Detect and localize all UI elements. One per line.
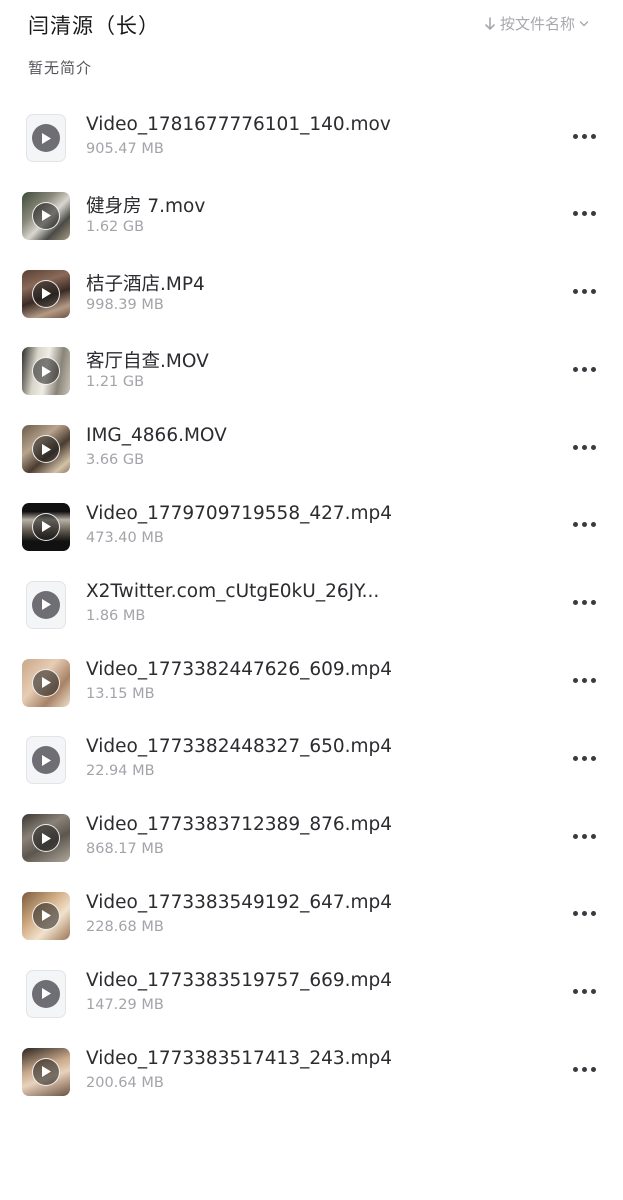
video-thumbnail[interactable] (26, 580, 66, 629)
play-icon (32, 124, 60, 152)
file-row[interactable]: Video_1773383712389_876.mp4 868.17 MB (0, 798, 623, 876)
video-thumbnail[interactable] (26, 969, 66, 1018)
file-row[interactable]: Video_1779709719558_427.mp4 473.40 MB (0, 487, 623, 565)
file-size: 1.62 GB (86, 218, 145, 235)
file-size: 3.66 GB (86, 452, 145, 469)
video-thumbnail[interactable] (22, 1047, 70, 1096)
play-icon (32, 901, 60, 930)
sort-label: 按文件名称 (499, 15, 575, 33)
play-icon (32, 668, 60, 697)
play-icon (32, 512, 60, 541)
video-thumbnail[interactable] (22, 891, 70, 940)
file-name[interactable]: Video_1781677776101_140.mov (86, 114, 391, 135)
more-icon[interactable] (567, 435, 601, 459)
file-name[interactable]: Video_1779709719558_427.mp4 (86, 503, 392, 524)
video-thumbnail[interactable] (22, 814, 70, 863)
file-row[interactable]: Video_1773383549192_647.mp4 228.68 MB (0, 876, 623, 954)
chevron-down-icon (579, 20, 589, 28)
file-size: 868.17 MB (86, 841, 164, 858)
file-name[interactable]: Video_1773383519757_669.mp4 (86, 970, 392, 991)
file-name[interactable]: Video_1773383549192_647.mp4 (86, 892, 392, 913)
more-icon[interactable] (567, 746, 601, 770)
file-name[interactable]: Video_1773382447626_609.mp4 (86, 659, 392, 680)
play-icon (32, 435, 60, 464)
file-size: 147.29 MB (86, 996, 164, 1013)
more-icon[interactable] (567, 669, 601, 693)
video-thumbnail[interactable] (26, 114, 66, 162)
video-thumbnail[interactable] (22, 347, 70, 396)
file-name[interactable]: 客厅自查.MOV (86, 347, 209, 373)
more-icon[interactable] (567, 357, 601, 381)
file-row[interactable]: 健身房 7.mov 1.62 GB (0, 176, 623, 254)
video-thumbnail[interactable] (22, 658, 70, 707)
file-size: 13.15 MB (86, 685, 155, 702)
file-name[interactable]: Video_1773383712389_876.mp4 (86, 814, 392, 835)
file-list: Video_1781677776101_140.mov 905.47 MB 健身房 … (0, 98, 623, 1109)
video-thumbnail[interactable] (22, 502, 70, 551)
file-row[interactable]: 客厅自查.MOV 1.21 GB (0, 331, 623, 409)
file-name[interactable]: IMG_4866.MOV (86, 425, 227, 446)
folder-title: 闫清源（长） (28, 14, 160, 38)
file-size: 22.94 MB (86, 763, 155, 780)
file-size: 1.21 GB (86, 374, 145, 391)
file-row[interactable]: X2Twitter.com_cUtgE0kU_26JY... 1.86 MB (0, 565, 623, 643)
file-row[interactable]: 桔子酒店.MP4 998.39 MB (0, 254, 623, 332)
file-name[interactable]: 桔子酒店.MP4 (86, 270, 205, 296)
play-icon (32, 590, 60, 619)
arrow-down-icon (484, 16, 496, 31)
more-icon[interactable] (567, 124, 601, 148)
video-thumbnail[interactable] (22, 191, 70, 240)
file-name[interactable]: 健身房 7.mov (86, 192, 205, 218)
more-icon[interactable] (567, 513, 601, 537)
play-icon (32, 357, 60, 386)
more-icon[interactable] (567, 980, 601, 1004)
file-size: 905.47 MB (86, 141, 164, 157)
more-icon[interactable] (567, 202, 601, 226)
file-size: 200.64 MB (86, 1074, 164, 1091)
play-icon (32, 979, 60, 1008)
file-row[interactable]: Video_1773383517413_243.mp4 200.64 MB (0, 1032, 623, 1110)
play-icon (32, 279, 60, 308)
file-row[interactable]: Video_1773383519757_669.mp4 147.29 MB (0, 954, 623, 1032)
file-row[interactable]: Video_1773382448327_650.mp4 22.94 MB (0, 720, 623, 798)
sort-by-name-button[interactable]: 按文件名称 (484, 13, 589, 34)
video-thumbnail[interactable] (22, 425, 70, 474)
play-icon (32, 201, 60, 230)
video-thumbnail[interactable] (26, 736, 66, 785)
play-icon (32, 1057, 60, 1086)
more-icon[interactable] (567, 824, 601, 848)
file-size: 228.68 MB (86, 918, 164, 935)
play-icon (32, 746, 60, 775)
file-row[interactable]: IMG_4866.MOV 3.66 GB (0, 409, 623, 487)
file-size: 998.39 MB (86, 296, 164, 313)
folder-header: 闫清源（长） 按文件名称 暂无简介 (0, 0, 623, 100)
file-name[interactable]: X2Twitter.com_cUtgE0kU_26JY... (86, 581, 379, 602)
folder-description: 暂无简介 (28, 59, 93, 77)
file-name[interactable]: Video_1773383517413_243.mp4 (86, 1048, 392, 1069)
video-thumbnail[interactable] (22, 269, 70, 318)
play-icon (32, 824, 60, 853)
file-row[interactable]: Video_1781677776101_140.mov 905.47 MB (0, 98, 623, 176)
file-size: 473.40 MB (86, 529, 164, 546)
more-icon[interactable] (567, 280, 601, 304)
more-icon[interactable] (567, 591, 601, 615)
file-size: 1.86 MB (86, 607, 146, 624)
more-icon[interactable] (567, 902, 601, 926)
more-icon[interactable] (567, 1058, 601, 1082)
file-name[interactable]: Video_1773382448327_650.mp4 (86, 736, 392, 757)
file-row[interactable]: Video_1773382447626_609.mp4 13.15 MB (0, 643, 623, 721)
